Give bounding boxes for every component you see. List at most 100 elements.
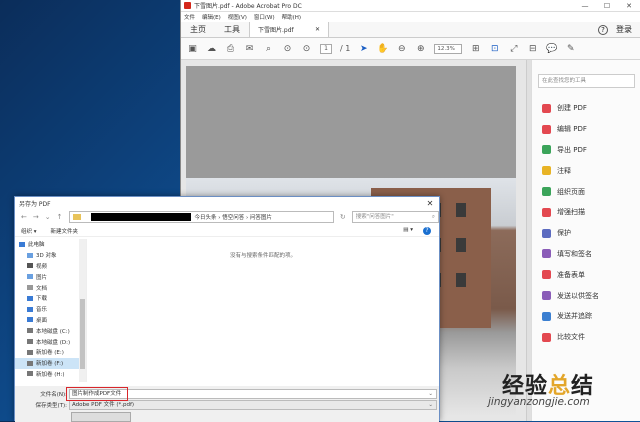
tool-item[interactable]: 准备表单 (532, 264, 640, 285)
filename-row: 文件名(N): 图片制作成PDF文件 ⌄ (15, 386, 439, 401)
nav-item[interactable]: 文档 (15, 282, 86, 293)
nav-item[interactable]: 新加卷 (H:) (15, 369, 86, 380)
nav-list: 此电脑 3D 对象 视频 图片 文档 下载 音乐 桌面 本地磁盘 (C:) 本地磁盘 (D:) 新加… (15, 239, 86, 379)
menu-help[interactable]: 帮助(H) (282, 13, 301, 21)
nav-item[interactable]: 视频 (15, 261, 86, 272)
help-icon[interactable]: ? (598, 24, 608, 35)
nav-item[interactable]: 新加卷 (F:) (15, 357, 86, 369)
up-icon[interactable]: ↑ (57, 213, 63, 221)
tool-item[interactable]: 保护 (532, 223, 640, 244)
address-bar[interactable]: 今日头条 › 悟空问答 › 问答图片 (68, 211, 334, 223)
close-tab-icon[interactable]: ✕ (315, 26, 320, 33)
minimize-icon[interactable]: — (574, 2, 596, 10)
nav-item-label: 图片 (36, 274, 48, 281)
menu-bar: 文件 编辑(E) 视图(V) 窗口(W) 帮助(H) (181, 12, 640, 22)
page-down-icon[interactable]: ⊙ (301, 43, 312, 54)
menu-file[interactable]: 文件 (184, 13, 195, 21)
filename-label: 文件名(N): (40, 391, 67, 398)
nav-item[interactable]: 新加卷 (E:) (15, 347, 86, 358)
tools-search-input[interactable]: 在此查找您的工具 (538, 74, 635, 88)
recent-icon[interactable]: ⌄ (45, 213, 51, 221)
tool-item[interactable]: 组织页面 (532, 181, 640, 202)
search-icon[interactable]: ⌕ (263, 43, 274, 54)
tool-label: 编辑 PDF (557, 125, 587, 134)
tab-home[interactable]: 主页 (181, 22, 215, 37)
tool-item[interactable]: 增强扫描 (532, 202, 640, 223)
menu-view[interactable]: 视图(V) (228, 13, 247, 21)
nav-item-icon (27, 360, 33, 366)
page-number-field[interactable]: 1 (320, 43, 332, 54)
dialog-help-icon[interactable]: ? (423, 226, 431, 235)
pdf-icon (184, 2, 191, 9)
nav-item[interactable]: 本地磁盘 (D:) (15, 336, 86, 347)
tab-document[interactable]: 下雪图片.pdf ✕ (249, 22, 329, 37)
mail-icon[interactable]: ✉ (244, 43, 255, 54)
tools-panel: 在此查找您的工具 创建 PDF 编辑 PDF 导出 PDF 注释组织页面增强扫描保护填… (531, 60, 640, 421)
tab-tools[interactable]: 工具 (215, 22, 249, 37)
filetype-row: 保存类型(T): Adobe PDF 文件 (*.pdf) ⌄ (15, 399, 439, 410)
tool-item[interactable]: 发送并追踪 (532, 306, 640, 327)
fit-page-icon[interactable]: ⊞ (470, 43, 481, 54)
tool-item[interactable]: 创建 PDF (532, 98, 640, 119)
select-cursor-icon[interactable]: ➤ (358, 43, 369, 54)
nav-item[interactable]: 图片 (15, 271, 86, 282)
comment-icon[interactable]: 💬 (546, 43, 557, 54)
nav-item[interactable]: 下载 (15, 293, 86, 304)
main-toolbar: ▣ ☁ ⎙ ✉ ⌕ ⊙ ⊙ 1 / 1 ➤ ✋ ⊖ ⊕ 12.3% ⊞ ⊡ ⤢ … (181, 38, 640, 60)
dialog-close-icon[interactable]: ✕ (421, 199, 439, 208)
tool-label: 组织页面 (557, 187, 585, 196)
pen-icon[interactable]: ✎ (565, 43, 576, 54)
tool-item[interactable]: 填写和签名 (532, 244, 640, 265)
page-up-icon[interactable]: ⊙ (282, 43, 293, 54)
nav-scrollbar[interactable] (79, 239, 86, 382)
menu-edit[interactable]: 编辑(E) (202, 13, 221, 21)
maximize-icon[interactable]: ☐ (596, 2, 618, 10)
organize-button[interactable]: 组织 ▾ (21, 227, 37, 235)
desktop-background (0, 0, 180, 200)
doc-tab-label: 下雪图片.pdf (258, 27, 294, 34)
close-icon[interactable]: ✕ (618, 2, 640, 10)
nav-item[interactable]: 本地磁盘 (C:) (15, 325, 86, 336)
nav-item[interactable]: 3D 对象 (15, 250, 86, 261)
nav-item-icon (27, 328, 33, 334)
tool-item[interactable]: 编辑 PDF (532, 119, 640, 140)
nav-item-label: 桌面 (36, 317, 48, 324)
zoom-field[interactable]: 12.3% (434, 43, 463, 54)
magnifier-icon: ⌕ (431, 214, 435, 220)
filetype-dropdown-icon[interactable]: ⌄ (428, 401, 436, 409)
new-folder-button[interactable]: 新建文件夹 (51, 227, 79, 235)
highlight-icon[interactable]: ⊟ (527, 43, 538, 54)
nav-item-label: 此电脑 (28, 242, 45, 249)
refresh-icon[interactable]: ↻ (340, 213, 346, 221)
login-button[interactable]: 登录 (616, 24, 632, 35)
nav-item-icon (27, 252, 33, 258)
tool-label: 发送以供签名 (557, 291, 599, 300)
print-icon[interactable]: ⎙ (225, 43, 236, 54)
back-icon[interactable]: ← (21, 213, 27, 221)
folder-search-input[interactable]: 搜索"问答图片" ⌕ (351, 211, 439, 223)
fullscreen-icon[interactable]: ⤢ (508, 43, 519, 54)
scroll-mode-icon[interactable]: ⊡ (489, 43, 500, 54)
nav-scroll-thumb[interactable] (80, 299, 85, 369)
filename-dropdown-icon[interactable]: ⌄ (428, 390, 436, 398)
watermark-url: jingyanzongjie.com (488, 396, 590, 408)
upload-icon[interactable]: ☁ (206, 43, 217, 54)
tool-item[interactable]: 比较文件 (532, 327, 640, 348)
filetype-select[interactable]: Adobe PDF 文件 (*.pdf) ⌄ (69, 399, 437, 410)
nav-item[interactable]: 此电脑 (15, 239, 86, 250)
forward-icon[interactable]: → (33, 213, 39, 221)
tool-item[interactable]: 导出 PDF (532, 140, 640, 161)
nav-item[interactable]: 桌面 (15, 315, 86, 326)
zoom-in-icon[interactable]: ⊕ (415, 43, 426, 54)
save-icon[interactable]: ▣ (187, 43, 198, 54)
tool-item[interactable]: 注释 (532, 160, 640, 181)
zoom-out-icon[interactable]: ⊖ (396, 43, 407, 54)
tool-icon (542, 291, 551, 301)
menu-window[interactable]: 窗口(W) (254, 13, 275, 21)
tool-item[interactable]: 发送以供签名 (532, 285, 640, 306)
tool-label: 保护 (557, 229, 571, 238)
view-options-icon[interactable]: ▤ ▾ (403, 227, 413, 235)
hand-icon[interactable]: ✋ (377, 43, 388, 54)
nav-item[interactable]: 音乐 (15, 304, 86, 315)
filename-input[interactable]: 图片制作成PDF文件 ⌄ (66, 386, 437, 401)
